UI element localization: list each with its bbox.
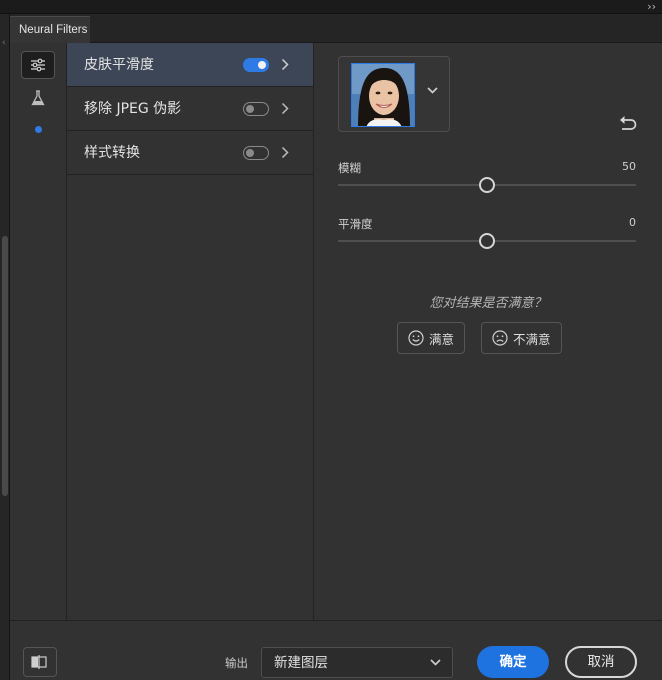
filter-toggle-skin-smoothing[interactable] <box>243 58 269 72</box>
output-label: 输出 <box>225 656 248 670</box>
satisfied-label: 满意 <box>429 331 455 347</box>
dialog-footer: 输出 新建图层 确定 取消 <box>10 620 662 680</box>
slider-handle[interactable] <box>479 177 495 193</box>
toggle-knob <box>258 61 266 69</box>
frown-icon <box>492 330 508 346</box>
tab-row: Neural Filters <box>10 14 662 43</box>
left-scroll-strip: ‹ <box>0 14 10 680</box>
satisfied-button[interactable]: 满意 <box>397 322 466 354</box>
feedback-question: 您对结果是否满意？ <box>429 296 547 311</box>
strip-chevron-icon: ‹ <box>2 38 6 48</box>
output-select-value: 新建图层 <box>274 655 328 671</box>
toggle-knob <box>246 149 254 157</box>
filter-toggle-style-transfer[interactable] <box>243 146 269 160</box>
scrollbar-thumb[interactable] <box>2 236 8 496</box>
neural-filters-panel: 皮肤平滑度 移除 JPEG 伪影 样式转换 模糊 50 平滑度 0 您对结果是否… <box>10 43 662 680</box>
chevron-right-icon[interactable] <box>281 146 289 159</box>
split-view-icon <box>31 655 47 669</box>
tab-neural-filters[interactable]: Neural Filters <box>10 16 90 43</box>
show-original-button[interactable] <box>23 647 57 677</box>
output-select[interactable]: 新建图层 <box>261 647 453 678</box>
flask-icon[interactable] <box>21 84 55 112</box>
unsatisfied-label: 不满意 <box>513 331 551 347</box>
toggle-knob <box>246 105 254 113</box>
filter-label: 皮肤平滑度 <box>84 57 154 73</box>
cancel-button[interactable]: 取消 <box>565 646 637 678</box>
smile-icon <box>408 330 424 346</box>
face-thumbnail[interactable] <box>351 63 415 127</box>
filter-item-style-transfer[interactable]: 样式转换 <box>67 131 313 175</box>
top-bar: ›› <box>0 0 662 14</box>
filter-settings: 模糊 50 平滑度 0 您对结果是否满意？ 满意 不满意 <box>314 43 662 620</box>
slider-blur: 模糊 50 <box>338 160 636 200</box>
chevron-down-icon[interactable] <box>427 87 438 94</box>
slider-label: 模糊 <box>338 161 361 175</box>
unsatisfied-button[interactable]: 不满意 <box>481 322 562 354</box>
chevron-right-icon[interactable] <box>281 58 289 71</box>
face-selector-dropdown[interactable] <box>338 56 450 132</box>
filter-item-jpeg-artifacts[interactable]: 移除 JPEG 伪影 <box>67 87 313 131</box>
category-icon-column <box>10 43 67 620</box>
active-indicator-dot <box>35 126 42 133</box>
filter-label: 移除 JPEG 伪影 <box>84 101 182 117</box>
sliders-icon[interactable] <box>21 51 55 79</box>
reset-icon[interactable] <box>618 115 638 131</box>
slider-handle[interactable] <box>479 233 495 249</box>
chevron-right-icon[interactable] <box>281 102 289 115</box>
slider-label: 平滑度 <box>338 217 373 231</box>
chevron-down-icon <box>430 659 441 666</box>
slider-value: 0 <box>629 216 636 229</box>
slider-value: 50 <box>622 160 636 173</box>
slider-smoothness: 平滑度 0 <box>338 216 636 256</box>
collapse-panel-icon[interactable]: ›› <box>647 1 656 13</box>
filter-toggle-jpeg-artifacts[interactable] <box>243 102 269 116</box>
filter-label: 样式转换 <box>84 145 140 161</box>
filter-item-skin-smoothing[interactable]: 皮肤平滑度 <box>67 43 313 87</box>
ok-button[interactable]: 确定 <box>477 646 549 678</box>
filter-list: 皮肤平滑度 移除 JPEG 伪影 样式转换 <box>67 43 314 620</box>
